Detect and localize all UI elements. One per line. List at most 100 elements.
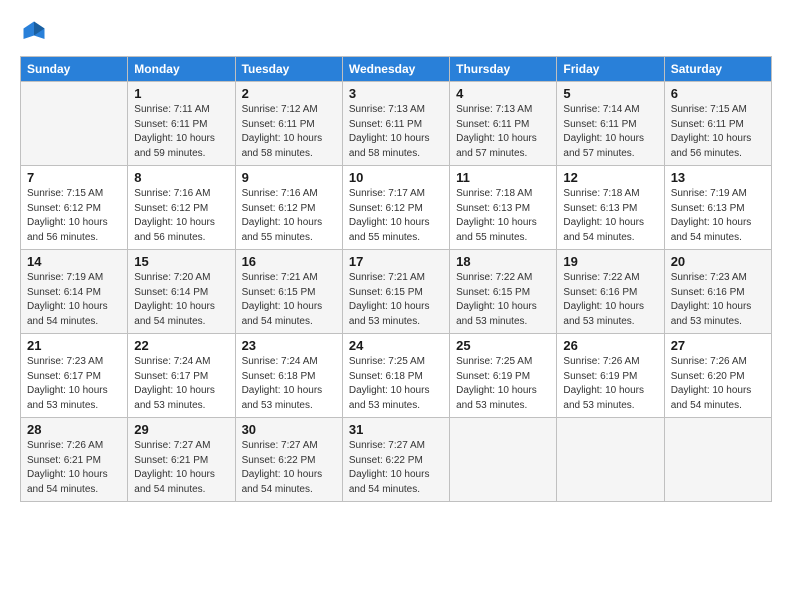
header-day-tuesday: Tuesday bbox=[235, 57, 342, 82]
day-number: 15 bbox=[134, 254, 228, 269]
day-number: 31 bbox=[349, 422, 443, 437]
week-row-2: 7 Sunrise: 7:15 AM Sunset: 6:12 PM Daylig… bbox=[21, 166, 772, 250]
day-number: 27 bbox=[671, 338, 765, 353]
day-info: Sunrise: 7:15 AM Sunset: 6:11 PM Dayligh… bbox=[671, 103, 765, 161]
header-day-friday: Friday bbox=[557, 57, 664, 82]
day-number: 20 bbox=[671, 254, 765, 269]
day-cell: 22 Sunrise: 7:24 AM Sunset: 6:17 PM Dayli… bbox=[128, 334, 235, 418]
day-number: 25 bbox=[456, 338, 550, 353]
header-day-thursday: Thursday bbox=[450, 57, 557, 82]
day-number: 28 bbox=[27, 422, 121, 437]
day-info: Sunrise: 7:24 AM Sunset: 6:18 PM Dayligh… bbox=[242, 355, 336, 413]
day-cell: 30 Sunrise: 7:27 AM Sunset: 6:22 PM Dayli… bbox=[235, 418, 342, 502]
day-info: Sunrise: 7:26 AM Sunset: 6:21 PM Dayligh… bbox=[27, 439, 121, 497]
header bbox=[20, 18, 772, 46]
week-row-3: 14 Sunrise: 7:19 AM Sunset: 6:14 PM Dayli… bbox=[21, 250, 772, 334]
day-cell: 16 Sunrise: 7:21 AM Sunset: 6:15 PM Dayli… bbox=[235, 250, 342, 334]
day-number: 19 bbox=[563, 254, 657, 269]
day-cell: 25 Sunrise: 7:25 AM Sunset: 6:19 PM Dayli… bbox=[450, 334, 557, 418]
day-cell: 23 Sunrise: 7:24 AM Sunset: 6:18 PM Dayli… bbox=[235, 334, 342, 418]
day-cell: 31 Sunrise: 7:27 AM Sunset: 6:22 PM Dayli… bbox=[342, 418, 449, 502]
day-cell: 9 Sunrise: 7:16 AM Sunset: 6:12 PM Daylig… bbox=[235, 166, 342, 250]
day-cell: 19 Sunrise: 7:22 AM Sunset: 6:16 PM Dayli… bbox=[557, 250, 664, 334]
day-cell: 26 Sunrise: 7:26 AM Sunset: 6:19 PM Dayli… bbox=[557, 334, 664, 418]
day-number: 2 bbox=[242, 86, 336, 101]
day-info: Sunrise: 7:13 AM Sunset: 6:11 PM Dayligh… bbox=[456, 103, 550, 161]
day-number: 14 bbox=[27, 254, 121, 269]
day-number: 13 bbox=[671, 170, 765, 185]
day-number: 24 bbox=[349, 338, 443, 353]
day-info: Sunrise: 7:14 AM Sunset: 6:11 PM Dayligh… bbox=[563, 103, 657, 161]
day-number: 29 bbox=[134, 422, 228, 437]
day-cell: 6 Sunrise: 7:15 AM Sunset: 6:11 PM Daylig… bbox=[664, 82, 771, 166]
day-info: Sunrise: 7:18 AM Sunset: 6:13 PM Dayligh… bbox=[563, 187, 657, 245]
day-number: 8 bbox=[134, 170, 228, 185]
day-info: Sunrise: 7:20 AM Sunset: 6:14 PM Dayligh… bbox=[134, 271, 228, 329]
day-number: 11 bbox=[456, 170, 550, 185]
day-cell bbox=[664, 418, 771, 502]
header-day-monday: Monday bbox=[128, 57, 235, 82]
day-cell: 1Sunrise: 7:11 AM Sunset: 6:11 PM Daylig… bbox=[128, 82, 235, 166]
day-number: 17 bbox=[349, 254, 443, 269]
day-number: 21 bbox=[27, 338, 121, 353]
day-cell bbox=[557, 418, 664, 502]
day-info: Sunrise: 7:19 AM Sunset: 6:14 PM Dayligh… bbox=[27, 271, 121, 329]
day-number: 22 bbox=[134, 338, 228, 353]
day-number: 23 bbox=[242, 338, 336, 353]
day-cell: 12 Sunrise: 7:18 AM Sunset: 6:13 PM Dayli… bbox=[557, 166, 664, 250]
day-info: Sunrise: 7:24 AM Sunset: 6:17 PM Dayligh… bbox=[134, 355, 228, 413]
day-number: 12 bbox=[563, 170, 657, 185]
day-cell: 29Sunrise: 7:27 AM Sunset: 6:21 PM Dayli… bbox=[128, 418, 235, 502]
day-info: Sunrise: 7:22 AM Sunset: 6:16 PM Dayligh… bbox=[563, 271, 657, 329]
day-cell: 7 Sunrise: 7:15 AM Sunset: 6:12 PM Daylig… bbox=[21, 166, 128, 250]
day-number: 18 bbox=[456, 254, 550, 269]
day-cell: 18 Sunrise: 7:22 AM Sunset: 6:15 PM Dayli… bbox=[450, 250, 557, 334]
day-cell: 10 Sunrise: 7:17 AM Sunset: 6:12 PM Dayli… bbox=[342, 166, 449, 250]
day-number: 10 bbox=[349, 170, 443, 185]
day-info: Sunrise: 7:25 AM Sunset: 6:18 PM Dayligh… bbox=[349, 355, 443, 413]
day-info: Sunrise: 7:23 AM Sunset: 6:17 PM Dayligh… bbox=[27, 355, 121, 413]
day-info: Sunrise: 7:12 AM Sunset: 6:11 PM Dayligh… bbox=[242, 103, 336, 161]
day-cell: 17Sunrise: 7:21 AM Sunset: 6:15 PM Dayli… bbox=[342, 250, 449, 334]
day-cell: 24 Sunrise: 7:25 AM Sunset: 6:18 PM Dayli… bbox=[342, 334, 449, 418]
day-number: 4 bbox=[456, 86, 550, 101]
day-number: 7 bbox=[27, 170, 121, 185]
day-info: Sunrise: 7:13 AM Sunset: 6:11 PM Dayligh… bbox=[349, 103, 443, 161]
day-cell: 2 Sunrise: 7:12 AM Sunset: 6:11 PM Daylig… bbox=[235, 82, 342, 166]
day-info: Sunrise: 7:16 AM Sunset: 6:12 PM Dayligh… bbox=[242, 187, 336, 245]
day-info: Sunrise: 7:26 AM Sunset: 6:20 PM Dayligh… bbox=[671, 355, 765, 413]
logo bbox=[20, 18, 52, 46]
day-info: Sunrise: 7:25 AM Sunset: 6:19 PM Dayligh… bbox=[456, 355, 550, 413]
day-info: Sunrise: 7:27 AM Sunset: 6:22 PM Dayligh… bbox=[242, 439, 336, 497]
day-cell: 20 Sunrise: 7:23 AM Sunset: 6:16 PM Dayli… bbox=[664, 250, 771, 334]
logo-icon bbox=[20, 18, 48, 46]
day-info: Sunrise: 7:23 AM Sunset: 6:16 PM Dayligh… bbox=[671, 271, 765, 329]
day-cell: 28 Sunrise: 7:26 AM Sunset: 6:21 PM Dayli… bbox=[21, 418, 128, 502]
day-cell bbox=[21, 82, 128, 166]
day-info: Sunrise: 7:21 AM Sunset: 6:15 PM Dayligh… bbox=[242, 271, 336, 329]
day-info: Sunrise: 7:22 AM Sunset: 6:15 PM Dayligh… bbox=[456, 271, 550, 329]
header-day-saturday: Saturday bbox=[664, 57, 771, 82]
week-row-1: 1Sunrise: 7:11 AM Sunset: 6:11 PM Daylig… bbox=[21, 82, 772, 166]
day-info: Sunrise: 7:15 AM Sunset: 6:12 PM Dayligh… bbox=[27, 187, 121, 245]
day-info: Sunrise: 7:18 AM Sunset: 6:13 PM Dayligh… bbox=[456, 187, 550, 245]
day-number: 9 bbox=[242, 170, 336, 185]
day-number: 16 bbox=[242, 254, 336, 269]
header-row: SundayMondayTuesdayWednesdayThursdayFrid… bbox=[21, 57, 772, 82]
day-number: 1 bbox=[134, 86, 228, 101]
day-info: Sunrise: 7:17 AM Sunset: 6:12 PM Dayligh… bbox=[349, 187, 443, 245]
day-info: Sunrise: 7:16 AM Sunset: 6:12 PM Dayligh… bbox=[134, 187, 228, 245]
day-number: 6 bbox=[671, 86, 765, 101]
day-number: 30 bbox=[242, 422, 336, 437]
week-row-4: 21 Sunrise: 7:23 AM Sunset: 6:17 PM Dayli… bbox=[21, 334, 772, 418]
day-info: Sunrise: 7:26 AM Sunset: 6:19 PM Dayligh… bbox=[563, 355, 657, 413]
day-cell bbox=[450, 418, 557, 502]
header-day-wednesday: Wednesday bbox=[342, 57, 449, 82]
day-number: 3 bbox=[349, 86, 443, 101]
day-cell: 21 Sunrise: 7:23 AM Sunset: 6:17 PM Dayli… bbox=[21, 334, 128, 418]
day-number: 26 bbox=[563, 338, 657, 353]
day-cell: 3 Sunrise: 7:13 AM Sunset: 6:11 PM Daylig… bbox=[342, 82, 449, 166]
day-info: Sunrise: 7:27 AM Sunset: 6:22 PM Dayligh… bbox=[349, 439, 443, 497]
day-cell: 13Sunrise: 7:19 AM Sunset: 6:13 PM Dayli… bbox=[664, 166, 771, 250]
day-cell: 11 Sunrise: 7:18 AM Sunset: 6:13 PM Dayli… bbox=[450, 166, 557, 250]
